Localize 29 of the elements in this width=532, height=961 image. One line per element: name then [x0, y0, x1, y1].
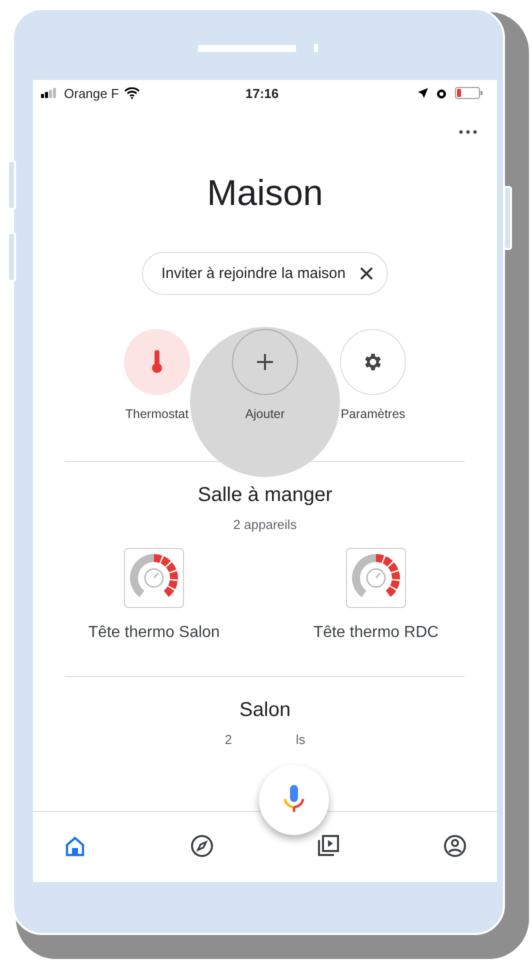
more-options-icon[interactable]	[459, 130, 477, 134]
compass-icon	[190, 834, 214, 858]
location-arrow-icon	[418, 88, 428, 98]
media-library-icon	[316, 834, 340, 858]
device-count-fragment: 2	[224, 732, 232, 747]
close-icon[interactable]	[360, 267, 373, 280]
device-tile[interactable]: Tête thermo Salon	[66, 548, 242, 642]
room-name: Salle à manger	[198, 484, 332, 507]
microphone-icon	[283, 785, 305, 815]
carrier-name: Orange F	[64, 86, 119, 100]
invite-chip[interactable]: Inviter à rejoindre la maison	[142, 252, 388, 295]
thermometer-icon	[151, 350, 163, 374]
nav-tab[interactable]	[190, 834, 216, 860]
wifi-icon	[124, 87, 140, 99]
home-icon	[63, 834, 87, 858]
account-icon	[442, 834, 467, 858]
room-name: Salon	[239, 699, 291, 722]
status-time: 17:16	[245, 86, 279, 100]
alarm-clock-icon	[436, 88, 447, 98]
device-count: 2 appareils	[233, 517, 297, 532]
battery-icon	[455, 87, 483, 99]
invite-label: Inviter à rejoindre la maison	[161, 265, 346, 282]
signal-icon	[41, 88, 59, 98]
home-title: Maison	[206, 172, 324, 214]
plus-icon	[256, 353, 274, 371]
device-tile[interactable]: Tête thermo RDC	[288, 548, 464, 642]
voice-button[interactable]	[259, 765, 329, 835]
nav-tab[interactable]	[442, 834, 469, 860]
device-count-fragment: ls	[296, 732, 306, 747]
